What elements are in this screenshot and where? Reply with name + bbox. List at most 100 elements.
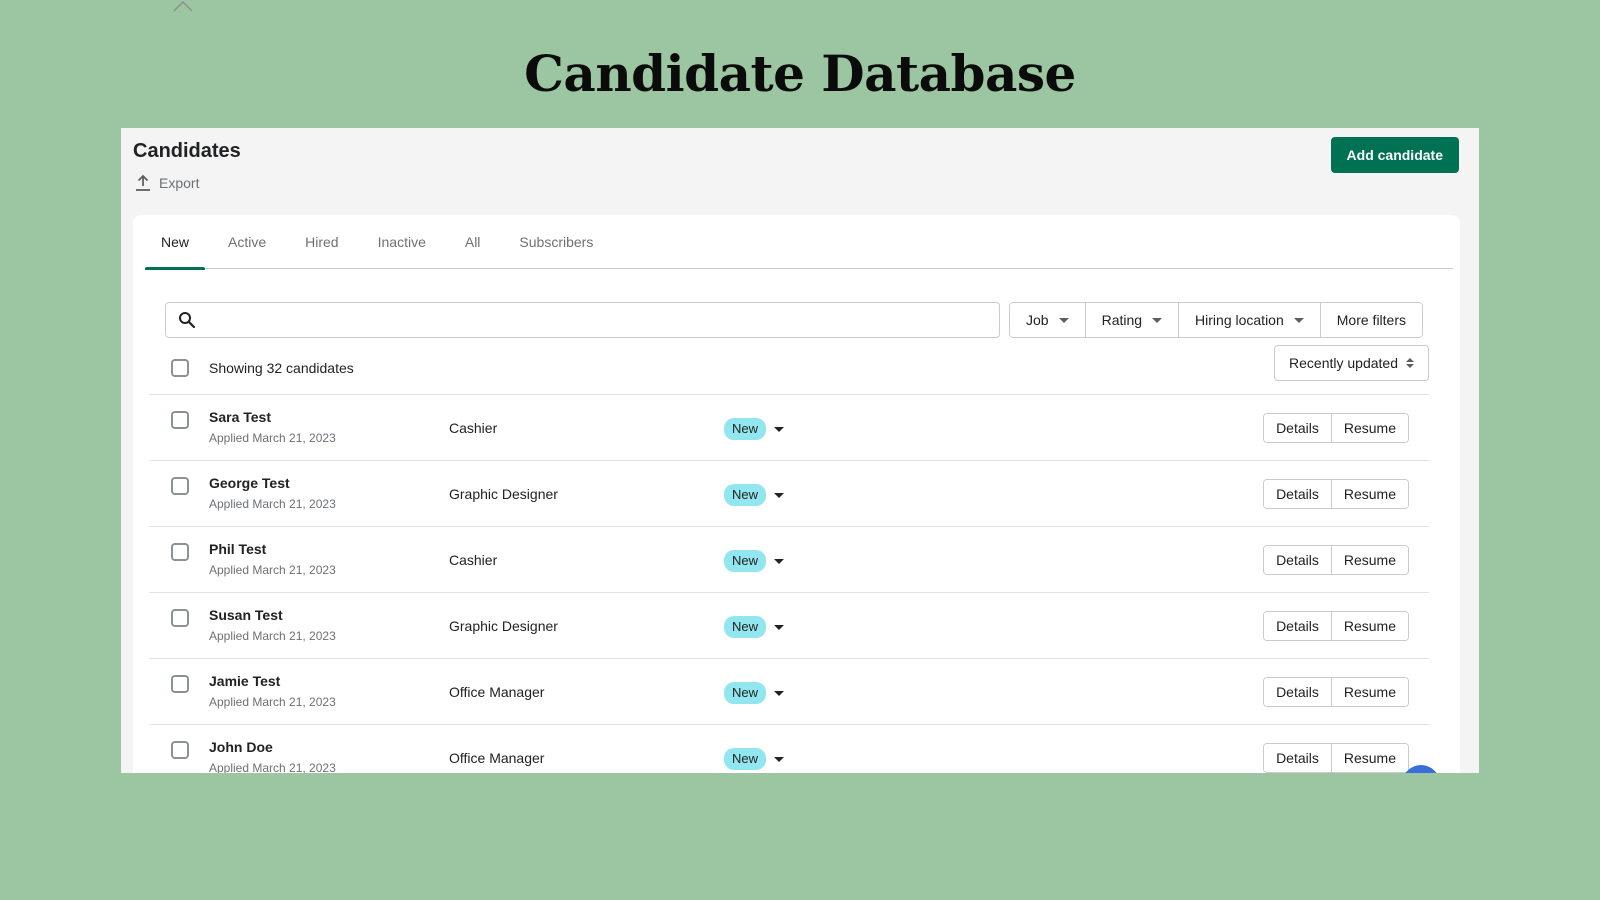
- resume-button[interactable]: Resume: [1331, 612, 1408, 640]
- candidates-heading: Candidates: [133, 140, 241, 162]
- add-candidate-button[interactable]: Add candidate: [1330, 137, 1459, 173]
- resume-button[interactable]: Resume: [1331, 678, 1408, 706]
- filter-button-group: Job Rating Hiring location More filters: [1009, 302, 1423, 338]
- sort-select[interactable]: Recently updated: [1274, 345, 1429, 381]
- details-button[interactable]: Details: [1264, 744, 1332, 772]
- candidate-name[interactable]: Susan Test: [209, 607, 283, 623]
- candidate-job: Cashier: [449, 420, 498, 436]
- caret-down-icon: [774, 426, 785, 432]
- row-actions: Details Resume: [1263, 611, 1409, 641]
- caret-down-icon: [774, 492, 785, 498]
- select-all-checkbox[interactable]: [171, 359, 189, 377]
- status-badge: New: [724, 616, 767, 638]
- details-button[interactable]: Details: [1264, 414, 1332, 442]
- applied-date: Applied March 21, 2023: [209, 761, 336, 773]
- caret-down-icon: [774, 558, 785, 564]
- applied-date: Applied March 21, 2023: [209, 431, 336, 445]
- resume-button[interactable]: Resume: [1331, 744, 1408, 772]
- row-actions: Details Resume: [1263, 743, 1409, 773]
- row-checkbox[interactable]: [171, 675, 189, 693]
- candidate-job: Graphic Designer: [449, 618, 558, 634]
- resume-button[interactable]: Resume: [1331, 546, 1408, 574]
- candidates-app: Candidates Export Add candidate New Acti…: [121, 128, 1479, 773]
- applied-date: Applied March 21, 2023: [209, 563, 336, 577]
- showing-count: Showing 32 candidates: [209, 360, 354, 376]
- candidate-row: Sara Test Applied March 21, 2023 Cashier…: [149, 395, 1429, 461]
- details-button[interactable]: Details: [1264, 480, 1332, 508]
- row-checkbox[interactable]: [171, 609, 189, 627]
- details-button[interactable]: Details: [1264, 546, 1332, 574]
- candidate-name[interactable]: Jamie Test: [209, 673, 280, 689]
- scroll-up-chevron-icon[interactable]: [172, 0, 194, 12]
- tab-active[interactable]: Active: [212, 215, 282, 269]
- caret-down-icon: [1152, 317, 1163, 323]
- resume-button[interactable]: Resume: [1331, 414, 1408, 442]
- row-checkbox[interactable]: [171, 411, 189, 429]
- row-checkbox[interactable]: [171, 543, 189, 561]
- export-upload-icon: [136, 174, 150, 191]
- candidate-name[interactable]: George Test: [209, 475, 290, 491]
- caret-down-icon: [1293, 317, 1304, 323]
- candidate-job: Cashier: [449, 552, 498, 568]
- status-dropdown[interactable]: New: [724, 484, 785, 506]
- list-header: Showing 32 candidates Recently updated: [149, 345, 1429, 395]
- candidate-name[interactable]: Phil Test: [209, 541, 266, 557]
- rating-filter-label: Rating: [1101, 312, 1143, 328]
- filter-bar: Job Rating Hiring location More filters: [165, 302, 1429, 338]
- tab-inactive[interactable]: Inactive: [362, 215, 442, 269]
- tab-hired[interactable]: Hired: [289, 215, 354, 269]
- candidate-name[interactable]: John Doe: [209, 739, 273, 755]
- details-button[interactable]: Details: [1264, 612, 1332, 640]
- status-badge: New: [724, 748, 767, 770]
- status-badge: New: [724, 418, 767, 440]
- job-filter-button[interactable]: Job: [1010, 303, 1086, 337]
- row-actions: Details Resume: [1263, 479, 1409, 509]
- export-label: Export: [159, 175, 200, 191]
- row-actions: Details Resume: [1263, 677, 1409, 707]
- row-checkbox[interactable]: [171, 741, 189, 759]
- more-filters-label: More filters: [1336, 312, 1406, 328]
- candidate-job: Graphic Designer: [449, 486, 558, 502]
- candidate-row: George Test Applied March 21, 2023 Graph…: [149, 461, 1429, 527]
- search-icon: [179, 312, 196, 329]
- candidate-row: Susan Test Applied March 21, 2023 Graphi…: [149, 593, 1429, 659]
- candidate-list: Sara Test Applied March 21, 2023 Cashier…: [149, 395, 1429, 773]
- caret-down-icon: [1058, 317, 1069, 323]
- status-dropdown[interactable]: New: [724, 682, 785, 704]
- tab-all[interactable]: All: [449, 215, 497, 269]
- candidate-row: Phil Test Applied March 21, 2023 Cashier…: [149, 527, 1429, 593]
- row-checkbox[interactable]: [171, 477, 189, 495]
- hiring-location-filter-button[interactable]: Hiring location: [1179, 303, 1321, 337]
- resume-button[interactable]: Resume: [1331, 480, 1408, 508]
- search-input[interactable]: [204, 305, 999, 335]
- rating-filter-button[interactable]: Rating: [1085, 303, 1180, 337]
- status-dropdown[interactable]: New: [724, 550, 785, 572]
- page-title: Candidate Database: [524, 44, 1076, 103]
- applied-date: Applied March 21, 2023: [209, 629, 336, 643]
- tab-subscribers[interactable]: Subscribers: [503, 215, 609, 269]
- candidates-card: New Active Hired Inactive All Subscriber…: [133, 215, 1460, 773]
- caret-down-icon: [774, 690, 785, 696]
- candidate-name[interactable]: Sara Test: [209, 409, 271, 425]
- caret-down-icon: [774, 756, 785, 762]
- more-filters-button[interactable]: More filters: [1320, 303, 1422, 337]
- applied-date: Applied March 21, 2023: [209, 497, 336, 511]
- candidate-job: Office Manager: [449, 684, 545, 700]
- candidate-job: Office Manager: [449, 750, 545, 766]
- status-dropdown[interactable]: New: [724, 748, 785, 770]
- sort-label: Recently updated: [1289, 355, 1398, 371]
- status-dropdown[interactable]: New: [724, 418, 785, 440]
- details-button[interactable]: Details: [1264, 678, 1332, 706]
- search-field[interactable]: [165, 302, 1000, 338]
- status-badge: New: [724, 484, 767, 506]
- row-actions: Details Resume: [1263, 413, 1409, 443]
- hiring-location-filter-label: Hiring location: [1195, 312, 1284, 328]
- status-dropdown[interactable]: New: [724, 616, 785, 638]
- status-tabs: New Active Hired Inactive All Subscriber…: [145, 215, 1453, 270]
- tab-new[interactable]: New: [145, 215, 206, 270]
- sort-updown-icon: [1406, 358, 1414, 368]
- candidate-row: Jamie Test Applied March 21, 2023 Office…: [149, 659, 1429, 725]
- row-actions: Details Resume: [1263, 545, 1409, 575]
- export-button[interactable]: Export: [135, 174, 199, 192]
- status-badge: New: [724, 550, 767, 572]
